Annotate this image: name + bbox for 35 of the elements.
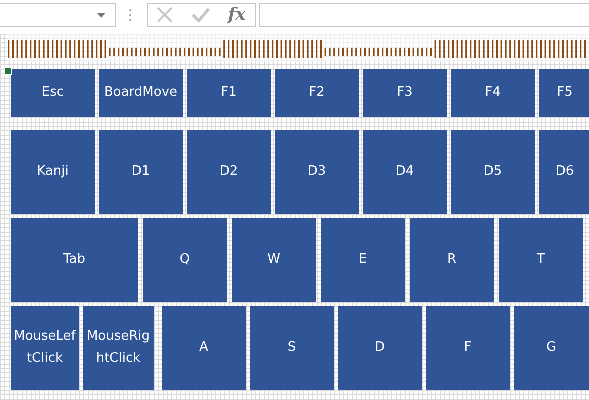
key-button[interactable]: D1 xyxy=(99,130,183,214)
checkmark-icon[interactable] xyxy=(192,8,210,22)
name-box[interactable] xyxy=(0,3,116,27)
key-button[interactable]: A xyxy=(162,306,246,390)
formula-input[interactable] xyxy=(259,3,589,27)
key-button[interactable]: D xyxy=(338,306,422,390)
key-button[interactable]: D6 xyxy=(539,130,589,214)
key-button[interactable]: D2 xyxy=(187,130,271,214)
key-button[interactable]: MouseRightClick xyxy=(83,306,154,390)
key-button[interactable]: Esc xyxy=(11,69,95,117)
key-button[interactable]: G xyxy=(514,306,589,390)
key-button[interactable]: S xyxy=(250,306,334,390)
key-button[interactable]: F3 xyxy=(363,69,447,117)
key-button[interactable]: E xyxy=(321,218,405,302)
key-button[interactable]: Tab xyxy=(11,218,138,302)
key-button[interactable]: F xyxy=(426,306,510,390)
insert-function-button[interactable]: fx xyxy=(228,5,246,25)
cell-selection-handle xyxy=(4,67,12,75)
key-button[interactable]: Kanji xyxy=(11,130,95,214)
key-button[interactable]: T xyxy=(499,218,583,302)
key-button[interactable]: Q xyxy=(143,218,227,302)
key-button[interactable]: D3 xyxy=(275,130,359,214)
key-button[interactable]: F2 xyxy=(275,69,359,117)
cancel-icon[interactable] xyxy=(157,7,174,23)
key-button[interactable]: BoardMove xyxy=(99,69,183,117)
key-button[interactable]: W xyxy=(232,218,316,302)
key-button[interactable]: F4 xyxy=(451,69,535,117)
key-button[interactable]: F5 xyxy=(539,69,589,117)
key-button[interactable]: D4 xyxy=(363,130,447,214)
key-button[interactable]: MouseLeftClick xyxy=(11,306,79,390)
drag-handle-icon[interactable] xyxy=(129,8,132,22)
key-button[interactable]: F1 xyxy=(187,69,271,117)
caret-icon xyxy=(97,12,106,18)
key-button[interactable]: R xyxy=(410,218,494,302)
key-button[interactable]: D5 xyxy=(451,130,535,214)
